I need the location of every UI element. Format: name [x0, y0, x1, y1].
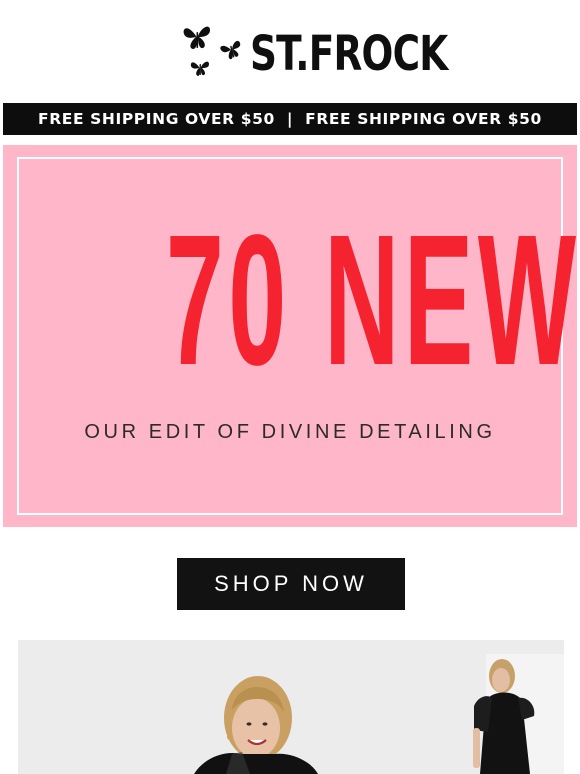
hero-photo[interactable]: [18, 640, 564, 774]
shipping-text-right: FREE SHIPPING OVER $50: [305, 110, 542, 128]
brand-wordmark[interactable]: ST.FROCK: [250, 26, 448, 82]
brand-header: ST.FROCK: [0, 0, 580, 103]
model-photo-icon: [194, 659, 535, 774]
shop-now-button[interactable]: SHOP NOW: [177, 558, 405, 610]
shipping-text-left: FREE SHIPPING OVER $50: [38, 110, 275, 128]
promo-subheadline: OUR EDIT OF DIVINE DETAILING: [84, 421, 496, 443]
promo-headline: 70 NEW: [3, 197, 580, 404]
promo-banner[interactable]: 70 NEW OUR EDIT OF DIVINE DETAILING: [3, 145, 577, 527]
shipping-separator: |: [286, 110, 294, 128]
promo-headline-text: 70 NEW: [165, 197, 580, 404]
butterflies-icon: [183, 26, 241, 76]
shipping-banner: FREE SHIPPING OVER $50 | FREE SHIPPING O…: [3, 103, 577, 135]
